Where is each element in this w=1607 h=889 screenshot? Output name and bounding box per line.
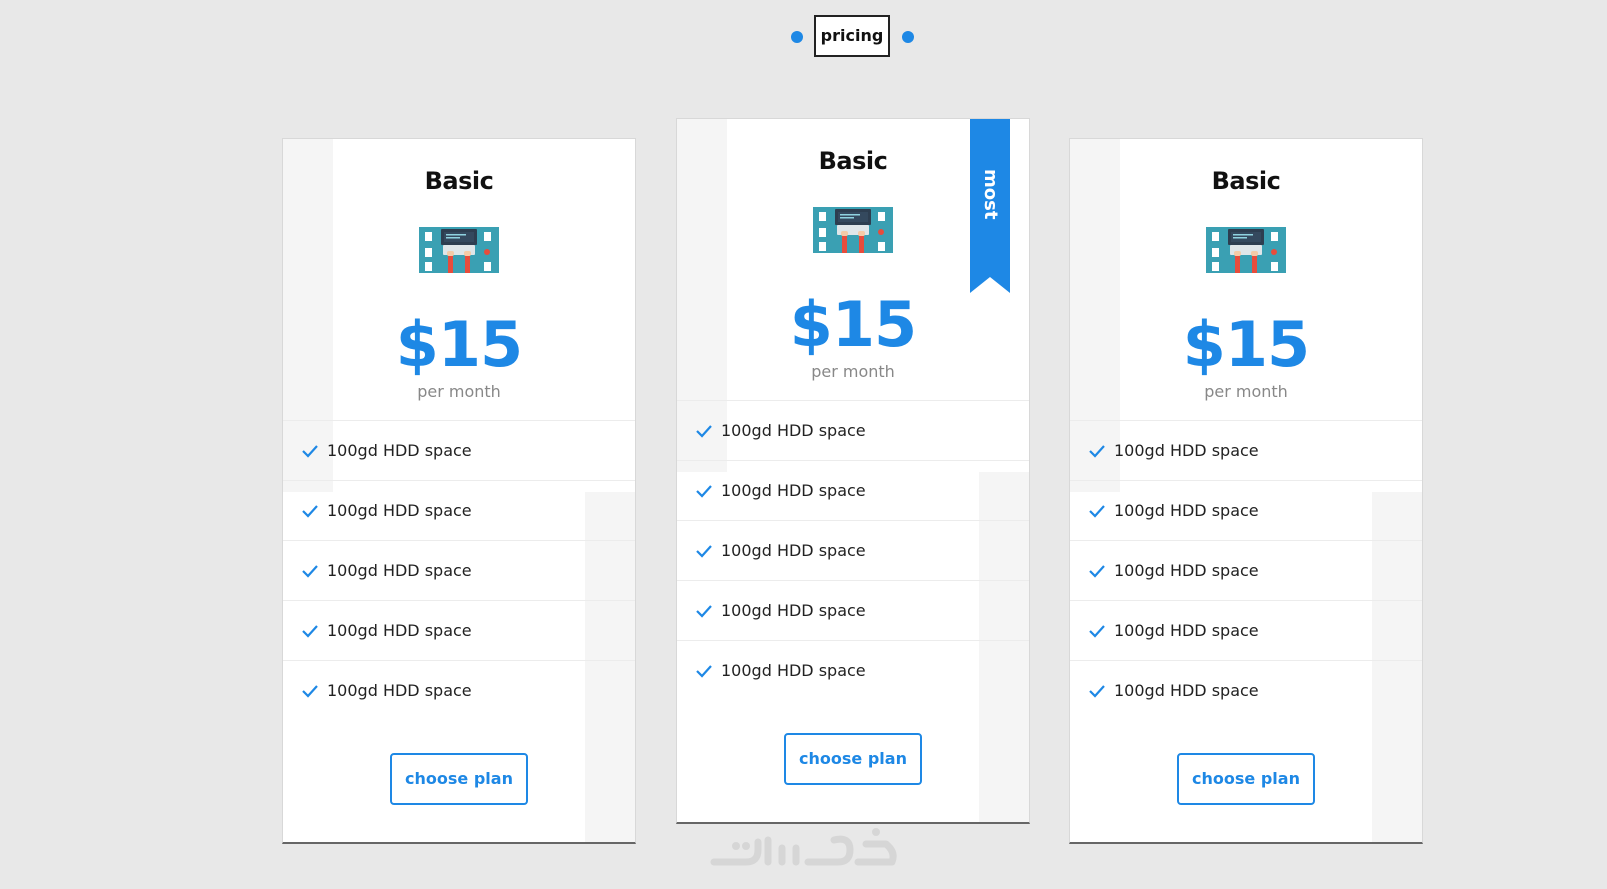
check-icon — [1089, 684, 1105, 698]
check-icon — [302, 504, 318, 518]
feature-text: 100gd HDD space — [721, 661, 866, 680]
feature-text: 100gd HDD space — [721, 601, 866, 620]
feature-list: 100gd HDD space 100gd HDD space 100gd HD… — [677, 400, 1029, 700]
pricing-card-2: Basic $15 per month 100gd HDD space 100g… — [676, 118, 1030, 824]
feature-text: 100gd HDD space — [721, 541, 866, 560]
feature-text: 100gd HDD space — [1114, 441, 1259, 460]
feature-text: 100gd HDD space — [1114, 681, 1259, 700]
plan-price: $15 — [1182, 308, 1310, 381]
feature-item: 100gd HDD space — [1070, 420, 1422, 480]
feature-item: 100gd HDD space — [283, 600, 635, 660]
section-title: pricing — [814, 15, 890, 57]
feature-item: 100gd HDD space — [677, 400, 1029, 460]
plan-name: Basic — [424, 167, 494, 195]
section-header: pricing — [0, 15, 1607, 57]
feature-item: 100gd HDD space — [677, 580, 1029, 640]
feature-item: 100gd HDD space — [1070, 660, 1422, 720]
check-icon — [1089, 624, 1105, 638]
feature-item: 100gd HDD space — [283, 540, 635, 600]
feature-item: 100gd HDD space — [1070, 600, 1422, 660]
feature-item: 100gd HDD space — [1070, 480, 1422, 540]
check-icon — [302, 624, 318, 638]
check-icon — [1089, 444, 1105, 458]
feature-text: 100gd HDD space — [1114, 561, 1259, 580]
check-icon — [1089, 564, 1105, 578]
plan-price: $15 — [789, 288, 917, 361]
check-icon — [1089, 504, 1105, 518]
developer-desk-icon — [419, 227, 499, 273]
check-icon — [302, 684, 318, 698]
check-icon — [302, 444, 318, 458]
plan-name: Basic — [1211, 167, 1281, 195]
feature-text: 100gd HDD space — [327, 441, 472, 460]
pricing-card-1: Basic $15 per month 100gd HDD space 100g… — [282, 138, 636, 844]
header-dot-left — [791, 31, 803, 43]
header-dot-right — [902, 31, 914, 43]
check-icon — [696, 604, 712, 618]
feature-item: 100gd HDD space — [677, 520, 1029, 580]
plan-period: per month — [417, 382, 501, 401]
ribbon-label: most popular — [940, 154, 1001, 234]
plan-price: $15 — [395, 308, 523, 381]
check-icon — [696, 544, 712, 558]
feature-item: 100gd HDD space — [283, 480, 635, 540]
feature-text: 100gd HDD space — [327, 621, 472, 640]
feature-item: 100gd HDD space — [1070, 540, 1422, 600]
most-popular-ribbon: most popular — [940, 119, 1010, 293]
check-icon — [302, 564, 318, 578]
feature-text: 100gd HDD space — [721, 421, 866, 440]
feature-item: 100gd HDD space — [677, 460, 1029, 520]
feature-text: 100gd HDD space — [1114, 501, 1259, 520]
pricing-card-3: Basic $15 per month 100gd HDD space 100g… — [1069, 138, 1423, 844]
feature-list: 100gd HDD space 100gd HDD space 100gd HD… — [1070, 420, 1422, 720]
developer-desk-icon — [813, 207, 893, 253]
check-icon — [696, 424, 712, 438]
feature-text: 100gd HDD space — [327, 681, 472, 700]
plan-period: per month — [1204, 382, 1288, 401]
check-icon — [696, 664, 712, 678]
feature-item: 100gd HDD space — [283, 660, 635, 720]
plan-period: per month — [811, 362, 895, 381]
choose-plan-button[interactable]: choose plan — [784, 733, 922, 785]
feature-text: 100gd HDD space — [1114, 621, 1259, 640]
check-icon — [696, 484, 712, 498]
feature-text: 100gd HDD space — [327, 501, 472, 520]
feature-list: 100gd HDD space 100gd HDD space 100gd HD… — [283, 420, 635, 720]
choose-plan-button[interactable]: choose plan — [390, 753, 528, 805]
khamsat-logo-icon — [710, 828, 897, 866]
developer-desk-icon — [1206, 227, 1286, 273]
feature-item: 100gd HDD space — [283, 420, 635, 480]
feature-text: 100gd HDD space — [327, 561, 472, 580]
choose-plan-button[interactable]: choose plan — [1177, 753, 1315, 805]
feature-item: 100gd HDD space — [677, 640, 1029, 700]
feature-text: 100gd HDD space — [721, 481, 866, 500]
